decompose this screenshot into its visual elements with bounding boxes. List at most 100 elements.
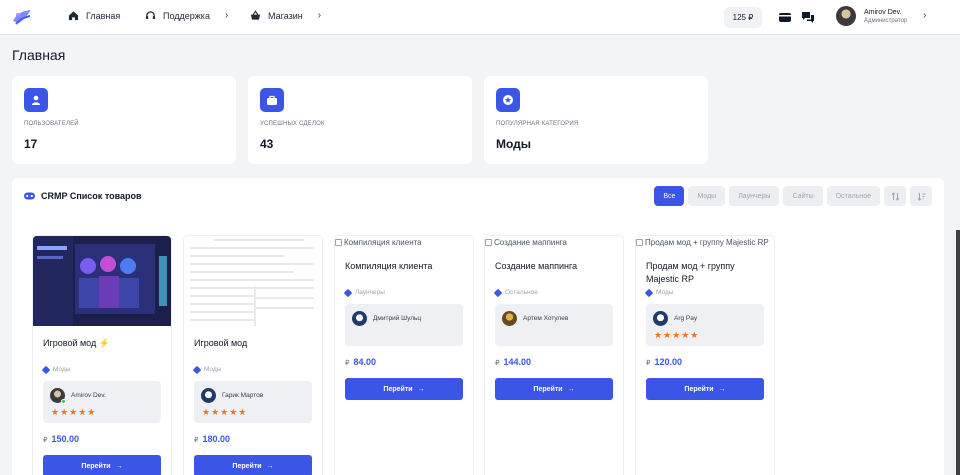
go-button-label: Перейти xyxy=(81,462,111,470)
filter-launchers[interactable]: Лаунчеры xyxy=(729,186,780,206)
stat-value-deals: 43 xyxy=(260,137,274,151)
gamepad-icon xyxy=(24,192,35,200)
seller-avatar xyxy=(352,311,367,326)
product-title[interactable]: Компиляция клиента xyxy=(345,260,432,273)
product-card[interactable]: Продам мод + группу Majestic RP Продам м… xyxy=(635,235,775,475)
briefcase-icon xyxy=(267,95,277,105)
product-card[interactable]: Игровой мод Моды Гарик Мартов ★★★★★ ₽180… xyxy=(183,235,323,475)
filter-all[interactable]: Все xyxy=(654,186,685,206)
seller-box[interactable]: Артем Хотулев xyxy=(495,304,613,346)
chat-icon[interactable] xyxy=(801,10,815,24)
product-image[interactable]: Продам мод + группу Majestic RP xyxy=(636,238,769,247)
product-card[interactable]: Игровой мод ⚡ Моды Amirov Dev. ★★★★★ ₽15… xyxy=(32,235,172,475)
broken-image-icon xyxy=(485,239,492,246)
logo-icon[interactable] xyxy=(11,7,33,27)
filter-bar: Все Моды Лаунчеры Сайты Остальное xyxy=(654,186,932,206)
product-title[interactable]: Игровой мод ⚡ xyxy=(43,337,110,350)
sort-descending-icon xyxy=(917,192,925,201)
seller-box[interactable]: Дмитрий Шульц xyxy=(345,304,463,346)
product-category-label: Моды xyxy=(204,366,222,373)
tag-icon xyxy=(192,365,202,374)
product-category-label: Моды xyxy=(53,366,71,373)
product-category: Моды xyxy=(644,288,674,297)
stat-value-category: Моды xyxy=(496,137,532,151)
tag-icon xyxy=(644,288,654,297)
product-price: ₽84.00 xyxy=(345,357,376,367)
arrow-right-icon: → xyxy=(115,462,123,470)
user-icon xyxy=(32,95,40,105)
headset-icon xyxy=(145,11,156,20)
product-image-alt: Создание маппинга xyxy=(494,238,567,247)
go-button[interactable]: Перейти → xyxy=(194,455,312,475)
currency-sign: ₽ xyxy=(646,360,651,367)
currency-sign: ₽ xyxy=(194,437,199,444)
seller-box[interactable]: Arg Pay ★★★★★ xyxy=(646,304,764,346)
product-image[interactable] xyxy=(184,236,322,326)
go-button[interactable]: Перейти → xyxy=(345,378,463,400)
product-image[interactable]: Компиляция клиента xyxy=(335,238,422,247)
arrow-right-icon: → xyxy=(417,385,425,393)
product-price: ₽150.00 xyxy=(43,434,79,444)
product-image-art xyxy=(33,236,171,326)
basket-icon xyxy=(250,10,261,20)
product-card[interactable]: Создание маппинга Создание маппинга Оста… xyxy=(484,235,624,475)
seller-avatar xyxy=(201,388,216,403)
go-button[interactable]: Перейти → xyxy=(495,378,613,400)
seller-name: Гарик Мартов xyxy=(222,392,264,399)
go-button-label: Перейти xyxy=(232,462,262,470)
nav-support-label: Поддержка xyxy=(163,10,210,21)
stat-icon-box xyxy=(496,88,520,112)
nav-support[interactable]: Поддержка › xyxy=(145,10,228,21)
product-price: ₽180.00 xyxy=(194,434,230,444)
go-button[interactable]: Перейти → xyxy=(646,378,764,400)
arrow-right-icon: → xyxy=(266,462,274,470)
price-value: 180.00 xyxy=(202,434,230,444)
nav-shop[interactable]: Магазин › xyxy=(250,10,321,21)
seller-box[interactable]: Гарик Мартов ★★★★★ xyxy=(194,381,312,423)
product-price: ₽120.00 xyxy=(646,357,682,367)
chevron-right-icon[interactable]: › xyxy=(923,10,926,21)
product-title[interactable]: Продам мод + группу Majestic RP xyxy=(646,260,766,286)
filter-mods[interactable]: Моды xyxy=(688,186,726,206)
user-menu[interactable]: Amirov Dev. Администратор xyxy=(836,6,907,26)
product-image[interactable] xyxy=(33,236,171,326)
tag-icon xyxy=(493,288,503,297)
currency-sign: ₽ xyxy=(345,360,350,367)
product-category: Моды xyxy=(41,365,71,374)
price-value: 84.00 xyxy=(353,357,376,367)
top-bar: Главная Поддержка › Магазин › 125 ₽ Amir… xyxy=(0,0,960,35)
sort-toggle-button[interactable] xyxy=(884,186,906,206)
wallet-icon[interactable] xyxy=(778,10,792,24)
seller-name: Amirov Dev. xyxy=(71,392,106,399)
nav-home[interactable]: Главная xyxy=(68,10,120,21)
seller-avatar xyxy=(653,311,668,326)
online-indicator xyxy=(61,399,66,404)
product-image-alt: Компиляция клиента xyxy=(344,238,422,247)
product-image-art xyxy=(184,236,322,326)
seller-box[interactable]: Amirov Dev. ★★★★★ xyxy=(43,381,161,423)
stat-icon-box xyxy=(24,88,48,112)
filter-sites[interactable]: Сайты xyxy=(783,186,823,206)
sort-order-button[interactable] xyxy=(910,186,932,206)
filter-other[interactable]: Остальное xyxy=(826,186,880,206)
product-price: ₽144.00 xyxy=(495,357,531,367)
nav-home-label: Главная xyxy=(86,10,121,21)
product-image[interactable]: Создание маппинга xyxy=(485,238,567,247)
user-role: Администратор xyxy=(864,17,908,24)
go-button-label: Перейти xyxy=(383,385,413,393)
rating-stars: ★★★★★ xyxy=(51,407,97,417)
scrollbar[interactable] xyxy=(956,230,960,475)
product-title[interactable]: Создание маппинга xyxy=(495,260,577,273)
tag-icon xyxy=(41,365,51,374)
go-button[interactable]: Перейти → xyxy=(43,455,161,475)
panel-title-label: CRMP Список товаров xyxy=(41,191,142,201)
product-category-label: Моды xyxy=(656,289,674,296)
stat-label-deals: УСПЕШНЫХ СДЕЛОК xyxy=(260,121,325,127)
product-title[interactable]: Игровой мод xyxy=(194,337,247,350)
page-title: Главная xyxy=(12,47,66,63)
balance-badge[interactable]: 125 ₽ xyxy=(724,7,762,28)
chevron-right-icon: › xyxy=(224,10,229,21)
user-name: Amirov Dev. xyxy=(864,8,902,16)
product-card[interactable]: Компиляция клиента Компиляция клиента Ла… xyxy=(334,235,474,475)
nav-shop-label: Магазин xyxy=(268,10,303,21)
